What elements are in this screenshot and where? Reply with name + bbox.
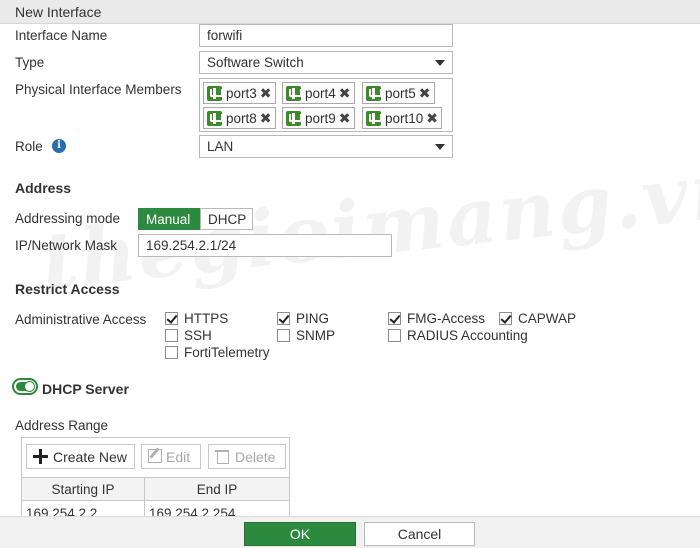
address-range-table: Create New Edit Delete Starting IP End I… <box>21 437 290 527</box>
cancel-button[interactable]: Cancel <box>364 522 475 546</box>
address-section-title: Address <box>15 180 72 196</box>
delete-label: Delete <box>235 449 276 465</box>
radius-accounting-label: RADIUS Accounting <box>407 328 528 343</box>
role-select[interactable]: LAN <box>199 135 453 158</box>
member-chip[interactable]: port10 ✖ <box>362 107 443 129</box>
port-icon <box>366 110 382 126</box>
members-field[interactable]: port3 ✖ port4 ✖ port5 ✖ port8 ✖ port9 ✖ … <box>199 78 453 132</box>
member-chip[interactable]: port3 ✖ <box>203 82 276 104</box>
port-icon <box>207 110 223 126</box>
ip-mask-input[interactable]: 169.254.2.1/24 <box>138 234 392 257</box>
edit-icon <box>148 449 162 463</box>
member-label: port3 <box>226 85 257 101</box>
dhcp-server-toggle[interactable] <box>12 378 38 395</box>
column-header[interactable]: Starting IP <box>22 482 144 497</box>
type-select-value: Software Switch <box>207 55 304 70</box>
snmp-checkbox[interactable] <box>277 329 290 342</box>
remove-icon[interactable]: ✖ <box>260 86 272 100</box>
member-label: port4 <box>305 85 336 101</box>
capwap-label: CAPWAP <box>518 311 577 326</box>
info-icon[interactable]: i <box>52 139 66 153</box>
edit-button[interactable]: Edit <box>141 444 201 469</box>
dhcp-server-label: DHCP Server <box>42 381 129 397</box>
watermark: thegioimang.vn <box>37 143 700 308</box>
fortitelemetry-label: FortiTelemetry <box>184 345 270 360</box>
chevron-down-icon <box>435 60 445 66</box>
ok-button[interactable]: OK <box>244 522 356 546</box>
address-range-label: Address Range <box>15 418 109 433</box>
restrict-access-section-title: Restrict Access <box>15 281 120 297</box>
type-label: Type <box>15 55 45 70</box>
fortitelemetry-checkbox[interactable] <box>165 346 178 359</box>
ping-checkbox[interactable] <box>277 312 290 325</box>
remove-icon[interactable]: ✖ <box>339 111 351 125</box>
admin-access-label: Administrative Access <box>15 312 147 327</box>
remove-icon[interactable]: ✖ <box>426 111 438 125</box>
port-icon <box>286 110 302 126</box>
port-icon <box>366 85 382 101</box>
port-icon <box>286 85 302 101</box>
capwap-checkbox[interactable] <box>499 312 512 325</box>
member-chip[interactable]: port5 ✖ <box>362 82 435 104</box>
member-chip[interactable]: port4 ✖ <box>282 82 355 104</box>
interface-name-input[interactable]: forwifi <box>199 24 453 47</box>
create-new-button[interactable]: Create New <box>26 444 135 469</box>
remove-icon[interactable]: ✖ <box>339 86 351 100</box>
ping-label: PING <box>296 311 330 326</box>
remove-icon[interactable]: ✖ <box>260 111 272 125</box>
member-label: port5 <box>385 85 416 101</box>
chevron-down-icon <box>435 144 445 150</box>
mode-manual-button[interactable]: Manual <box>138 208 201 230</box>
member-chip[interactable]: port8 ✖ <box>203 107 276 129</box>
snmp-label: SNMP <box>296 328 336 343</box>
role-label: Role <box>15 139 43 154</box>
type-select[interactable]: Software Switch <box>199 51 453 74</box>
fmg-access-checkbox[interactable] <box>388 312 401 325</box>
create-new-label: Create New <box>53 449 127 465</box>
remove-icon[interactable]: ✖ <box>419 86 431 100</box>
member-chip[interactable]: port9 ✖ <box>282 107 355 129</box>
ip-mask-label: IP/Network Mask <box>15 238 118 253</box>
member-label: port8 <box>226 110 257 126</box>
members-label: Physical Interface Members <box>15 82 182 97</box>
fmg-access-label: FMG-Access <box>407 311 486 326</box>
https-label: HTTPS <box>184 311 229 326</box>
mode-dhcp-button[interactable]: DHCP <box>200 208 253 230</box>
dialog-title: New Interface <box>0 0 700 24</box>
member-label: port9 <box>305 110 336 126</box>
interface-name-label: Interface Name <box>15 28 108 43</box>
ssh-label: SSH <box>184 328 212 343</box>
table-header: Starting IP End IP <box>22 477 289 501</box>
plus-icon <box>33 449 49 465</box>
radius-accounting-checkbox[interactable] <box>388 329 401 342</box>
trash-icon <box>215 449 231 465</box>
addressing-mode-label: Addressing mode <box>15 211 121 226</box>
edit-label: Edit <box>166 449 191 465</box>
member-label: port10 <box>385 110 424 126</box>
column-header[interactable]: End IP <box>145 482 289 497</box>
delete-button[interactable]: Delete <box>208 444 286 469</box>
role-select-value: LAN <box>207 139 234 154</box>
https-checkbox[interactable] <box>165 312 178 325</box>
port-icon <box>207 85 223 101</box>
ssh-checkbox[interactable] <box>165 329 178 342</box>
